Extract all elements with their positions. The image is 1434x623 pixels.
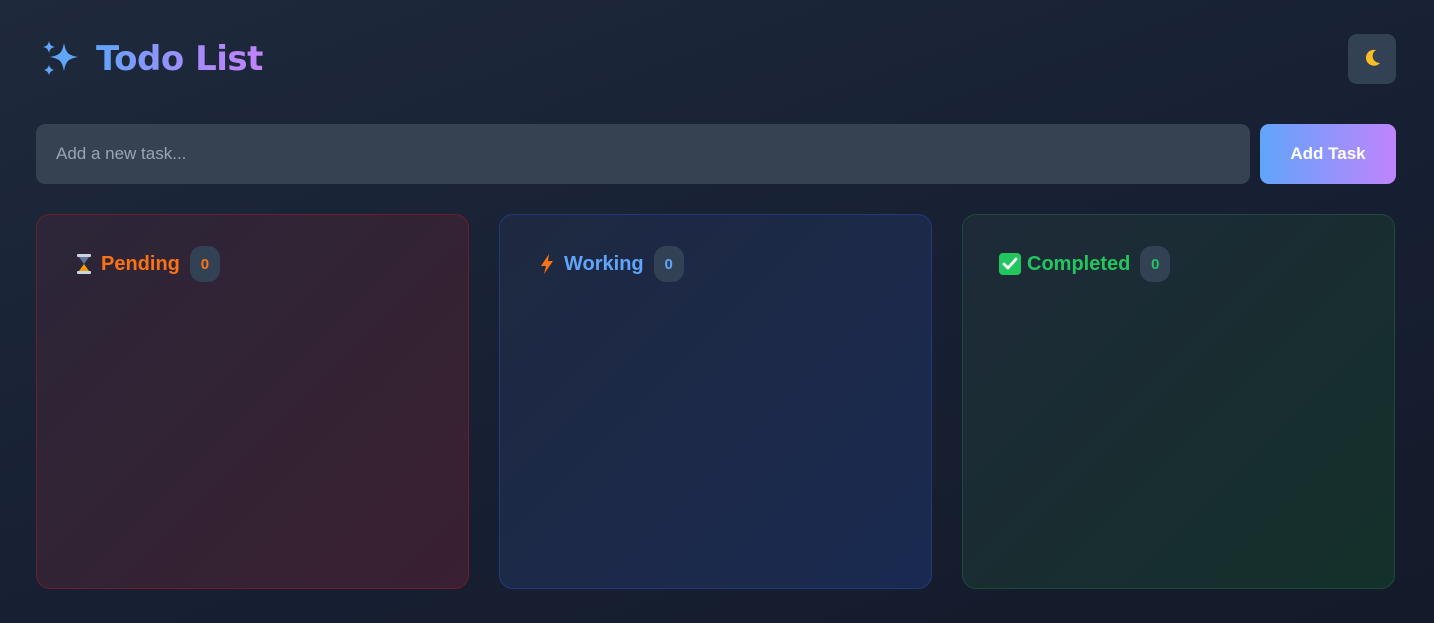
add-task-button[interactable]: Add Task (1260, 124, 1396, 184)
column-header-completed: Completed 0 (999, 246, 1171, 282)
kanban-board: Pending 0 Working 0 Completed 0 (36, 214, 1396, 589)
count-badge: 0 (189, 246, 220, 282)
column-title: Pending (101, 252, 180, 275)
lightning-icon (536, 253, 558, 275)
column-working[interactable]: Working 0 (499, 214, 932, 589)
moon-icon (1361, 47, 1383, 72)
theme-toggle-button[interactable] (1348, 34, 1396, 84)
title-wrap: Todo List (40, 37, 263, 81)
column-header-pending: Pending 0 (73, 246, 220, 282)
app-header: Todo List (40, 34, 1396, 84)
column-pending[interactable]: Pending 0 (36, 214, 469, 589)
sparkles-icon (40, 37, 84, 81)
column-title: Working (564, 252, 644, 275)
count-badge: 0 (1140, 246, 1171, 282)
check-box-icon (999, 253, 1021, 275)
count-badge: 0 (653, 246, 684, 282)
column-title: Completed (1027, 252, 1131, 275)
add-task-row: Add Task (36, 124, 1396, 184)
column-header-working: Working 0 (536, 246, 684, 282)
column-completed[interactable]: Completed 0 (962, 214, 1395, 589)
hourglass-icon (73, 253, 95, 275)
page-title: Todo List (96, 39, 263, 79)
new-task-input[interactable] (36, 124, 1250, 184)
